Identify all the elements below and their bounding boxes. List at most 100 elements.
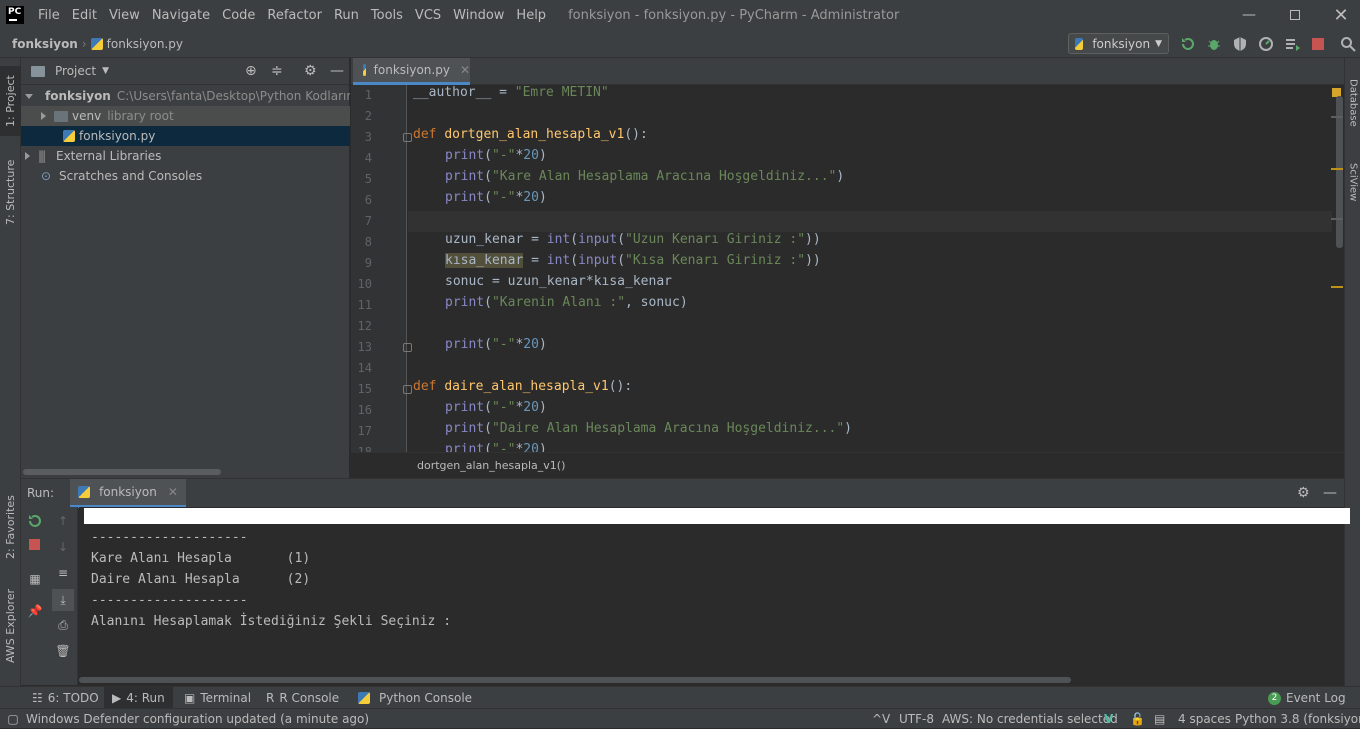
dropdown-arrow-icon[interactable]: ▼	[102, 66, 109, 76]
todo-icon: ☷	[32, 691, 43, 705]
horizontal-scrollbar[interactable]	[79, 677, 1071, 683]
menu-view[interactable]: View	[103, 8, 146, 23]
scroll-to-end-icon[interactable]: ⤓	[52, 589, 74, 611]
line-number: 15	[357, 382, 372, 396]
tab-project[interactable]: 1: Project	[0, 66, 21, 136]
editor-tab-fonksiyon[interactable]: fonksiyon.py ✕	[353, 58, 470, 85]
editor-breadcrumb[interactable]: dortgen_alan_hesapla_v1()	[417, 459, 565, 472]
locate-icon[interactable]: ⊕	[245, 63, 257, 79]
trash-icon[interactable]: 🗑	[55, 643, 71, 659]
stop-icon[interactable]	[29, 539, 40, 550]
gear-icon[interactable]: ⚙	[1297, 485, 1310, 501]
arrow-up-icon[interactable]: ↑	[55, 513, 71, 529]
tab-structure[interactable]: 7: Structure	[0, 152, 21, 232]
tab-r-console[interactable]: R R Console	[258, 687, 347, 709]
close-icon: ✕	[1333, 4, 1349, 26]
tree-item-scratches[interactable]: ⊙ Scratches and Consoles	[21, 166, 350, 186]
gear-icon[interactable]: ⚙	[304, 63, 317, 79]
tab-sciview[interactable]: SciView	[1345, 152, 1360, 212]
breadcrumb-project[interactable]: fonksiyon	[0, 37, 78, 51]
status-indent[interactable]: 4 spaces	[1178, 709, 1231, 729]
aws-toolkit-icon[interactable]: V	[1104, 709, 1113, 729]
close-tab-icon[interactable]: ✕	[460, 63, 470, 77]
run-concurrency-icon[interactable]	[1284, 36, 1300, 52]
menu-tools[interactable]: Tools	[365, 8, 409, 23]
right-tool-strip: Database SciView	[1344, 58, 1360, 686]
status-aws[interactable]: AWS: No credentials selected	[942, 709, 1118, 729]
status-interpreter[interactable]: Python 3.8 (fonksiyon)	[1235, 709, 1360, 729]
tree-item-file[interactable]: fonksiyon.py	[21, 126, 350, 146]
pycharm-logo-icon: PC	[6, 6, 24, 24]
menu-code[interactable]: Code	[216, 8, 261, 23]
tree-venv-note: library root	[107, 109, 174, 123]
print-icon[interactable]: ⎙	[55, 617, 71, 633]
tree-item-venv[interactable]: venv library root	[21, 106, 350, 126]
menu-vcs[interactable]: VCS	[409, 8, 447, 23]
tab-event-log[interactable]: 2 Event Log	[1260, 687, 1354, 709]
tab-aws-explorer[interactable]: AWS Explorer	[0, 586, 21, 666]
vertical-scrollbar[interactable]	[1336, 96, 1343, 248]
console-line: Daire Alanı Hesapla (2)	[91, 572, 311, 587]
search-icon[interactable]	[1340, 36, 1356, 52]
tree-item-external-libraries[interactable]: ||| External Libraries	[21, 146, 350, 166]
expand-arrow-icon[interactable]	[25, 93, 33, 99]
stop-icon[interactable]	[1312, 38, 1324, 50]
hide-icon[interactable]: —	[1323, 485, 1337, 501]
menu-refactor[interactable]: Refactor	[261, 8, 328, 23]
collapse-all-icon[interactable]: ≑	[271, 63, 283, 79]
menu-file[interactable]: File	[32, 8, 66, 23]
line-number: 4	[364, 151, 372, 165]
run-tab-fonksiyon[interactable]: fonksiyon ✕	[70, 478, 186, 508]
close-window-button[interactable]: ✕	[1318, 0, 1360, 30]
run-icon: ▶	[112, 691, 122, 705]
status-message[interactable]: Windows Defender configuration updated (…	[26, 709, 369, 729]
tab-run[interactable]: ▶ 4: Run	[104, 687, 173, 709]
line-number: 9	[364, 256, 372, 270]
pin-icon[interactable]: 📌	[27, 603, 43, 619]
soft-wrap-icon[interactable]: ≡	[55, 565, 71, 581]
expand-arrow-icon[interactable]	[41, 112, 46, 120]
restore-button[interactable]	[1272, 0, 1318, 30]
menu-window[interactable]: Window	[447, 8, 510, 23]
arrow-down-icon[interactable]: ↓	[55, 539, 71, 555]
close-tab-icon[interactable]: ✕	[168, 485, 178, 499]
inspection-icon[interactable]: ▤	[1154, 709, 1165, 729]
code-line: print("-"*20)	[445, 190, 547, 205]
code-line: sonuc = uzun_kenar*kısa_kenar	[445, 274, 672, 289]
menu-edit[interactable]: Edit	[66, 8, 103, 23]
tab-todo[interactable]: ☷ 6: TODO	[24, 687, 107, 709]
run-right-toolbar: ↑ ↓ ≡ ⤓ ⎙ 🗑	[49, 507, 78, 685]
status-window-icon[interactable]: ▢	[6, 709, 20, 729]
tab-favorites[interactable]: 2: Favorites	[0, 488, 21, 566]
menu-run[interactable]: Run	[328, 8, 365, 23]
expand-arrow-icon[interactable]	[25, 152, 30, 160]
status-encoding[interactable]: UTF-8	[899, 709, 934, 729]
restore-layout-icon[interactable]: ▦	[27, 571, 43, 587]
status-line-separator[interactable]: ^V	[872, 709, 890, 729]
line-number: 10	[357, 277, 372, 291]
minimize-button[interactable]: —	[1226, 0, 1272, 30]
rerun-icon[interactable]	[27, 513, 43, 529]
menu-help[interactable]: Help	[510, 8, 552, 23]
line-number: 16	[357, 403, 372, 417]
coverage-icon[interactable]	[1232, 36, 1248, 52]
run-configuration-select[interactable]: fonksiyon ▼	[1068, 33, 1169, 54]
lock-icon[interactable]: 🔓	[1130, 709, 1145, 729]
horizontal-scrollbar[interactable]	[23, 469, 221, 475]
profile-icon[interactable]	[1258, 36, 1274, 52]
line-number: 13	[357, 340, 372, 354]
run-console[interactable]: -------------------- Kare Alanı Hesapla …	[79, 507, 1350, 685]
scroll-marker	[1331, 218, 1343, 220]
project-panel-title[interactable]: Project	[55, 64, 96, 78]
tab-database[interactable]: Database	[1345, 68, 1360, 138]
debug-icon[interactable]	[1206, 36, 1222, 52]
project-folder-icon	[31, 65, 45, 77]
rerun-icon[interactable]	[1180, 36, 1196, 52]
menu-navigate[interactable]: Navigate	[146, 8, 216, 23]
breadcrumb-file[interactable]: fonksiyon.py	[107, 37, 183, 51]
tab-python-console[interactable]: Python Console	[350, 687, 480, 709]
tab-terminal[interactable]: ▣ Terminal	[176, 687, 259, 709]
code-area[interactable]: __author__ = "Emre METİN" def dortgen_al…	[411, 85, 1331, 452]
hide-icon[interactable]: —	[330, 63, 344, 79]
tree-item-root[interactable]: fonksiyon C:\Users\fanta\Desktop\Python …	[21, 86, 350, 106]
